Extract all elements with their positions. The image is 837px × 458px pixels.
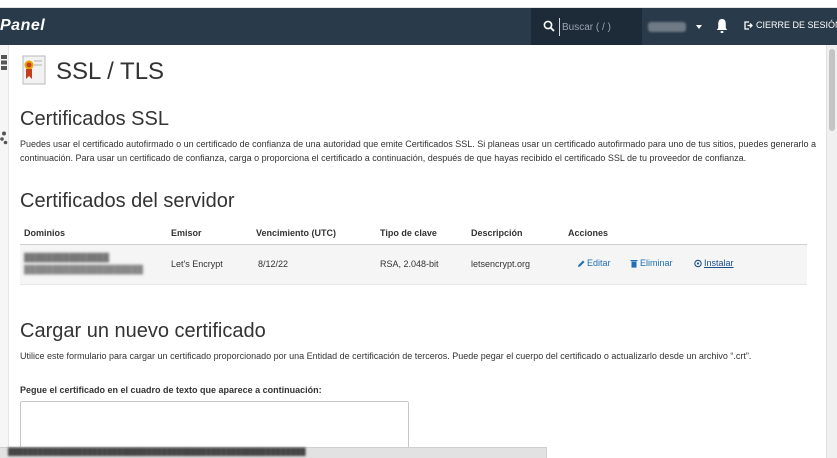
delete-link[interactable]: Eliminar [630, 258, 673, 268]
certificate-icon [22, 55, 46, 85]
column-description[interactable]: Descripción [471, 228, 523, 238]
install-link[interactable]: Instalar [694, 258, 734, 268]
logout-icon [744, 20, 753, 30]
pencil-icon [578, 260, 585, 267]
table-row: ███████████████ █████████████████████ Le… [20, 245, 807, 285]
menu-grid-icon[interactable] [1, 55, 7, 70]
server-certificates-heading: Certificados del servidor [20, 190, 235, 212]
install-icon [694, 259, 702, 267]
upload-certificate-description: Utilice este formulario para cargar un c… [20, 351, 752, 361]
domain-redacted: ███████████████ [24, 253, 110, 262]
browser-toolbar-strip [0, 0, 837, 8]
left-sidebar-rail [0, 45, 9, 458]
status-url-redacted: ████████████████████████████████████████… [8, 449, 306, 456]
install-label: Instalar [704, 258, 734, 268]
page-scrollbar[interactable] [826, 45, 837, 458]
certificate-textarea-label: Pegue el certificado en el cuadro de tex… [20, 385, 322, 395]
trash-icon [630, 259, 638, 268]
chevron-down-icon [696, 25, 702, 29]
column-actions: Acciones [568, 228, 609, 238]
panel-logo[interactable]: Panel [0, 17, 45, 35]
logout-button[interactable]: CIERRE DE SESIÓN [744, 20, 837, 30]
key-type-cell: RSA, 2.048-bit [380, 259, 439, 269]
logout-label: CIERRE DE SESIÓN [756, 20, 837, 30]
page-title: SSL / TLS [56, 58, 165, 85]
bell-icon[interactable] [716, 18, 728, 34]
table-header-row: Dominios Emisor Vencimiento (UTC) Tipo d… [20, 222, 807, 245]
ssl-certificates-heading: Certificados SSL [20, 108, 169, 130]
users-icon[interactable] [0, 131, 8, 145]
edit-link[interactable]: Editar [577, 258, 611, 268]
issuer-cell: Let's Encrypt [171, 259, 223, 269]
browser-status-bar: ████████████████████████████████████████… [0, 447, 547, 458]
user-menu[interactable] [648, 20, 702, 34]
username-redacted [648, 22, 686, 32]
domain-redacted: █████████████████████ [24, 265, 144, 274]
scrollbar-thumb[interactable] [829, 49, 835, 131]
column-domains[interactable]: Dominios [24, 228, 65, 238]
edit-label: Editar [587, 258, 611, 268]
server-certificates-table: Dominios Emisor Vencimiento (UTC) Tipo d… [20, 222, 807, 285]
ssl-certificates-description: Puedes usar el certificado autofirmado o… [20, 139, 816, 163]
column-issuer[interactable]: Emisor [171, 228, 202, 238]
description-cell: letsencrypt.org [471, 259, 531, 269]
expiry-cell: 8/12/22 [258, 259, 289, 269]
search-input[interactable] [559, 18, 639, 36]
column-key-type[interactable]: Tipo de clave [380, 228, 437, 238]
delete-label: Eliminar [640, 258, 673, 268]
search-box[interactable] [531, 8, 642, 45]
column-expiry[interactable]: Vencimiento (UTC) [256, 228, 336, 238]
top-navigation-bar: Panel CIERRE DE SESIÓN [0, 8, 837, 45]
search-icon [543, 20, 555, 32]
upload-certificate-heading: Cargar un nuevo certificado [20, 320, 266, 342]
